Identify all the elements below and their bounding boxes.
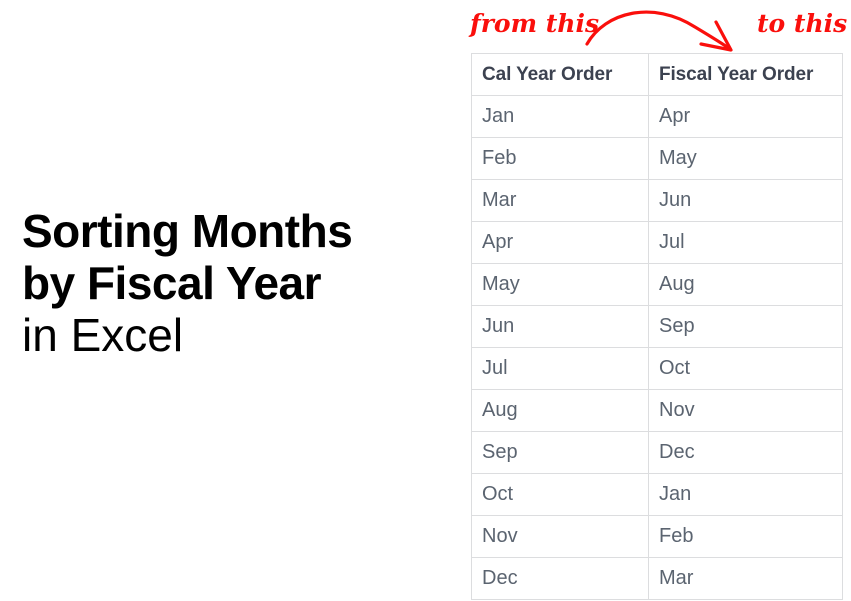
cell-fiscal-year: Nov — [648, 389, 843, 432]
cell-fiscal-year: May — [648, 137, 843, 180]
page-title-line-2: by Fiscal Year — [22, 257, 322, 309]
table-row: Jul Oct — [471, 347, 843, 390]
table-row: Jun Sep — [471, 305, 843, 348]
table-row: Jan Apr — [471, 95, 843, 138]
table-body: Jan Apr Feb May Mar Jun Apr Jul May Aug … — [471, 95, 843, 600]
table-row: Oct Jan — [471, 473, 843, 516]
cell-fiscal-year: Feb — [648, 515, 843, 558]
table-row: Feb May — [471, 137, 843, 180]
table-row: Aug Nov — [471, 389, 843, 432]
column-header-cal-year-order: Cal Year Order — [471, 53, 649, 96]
page-title: Sorting Months by Fiscal Year in Excel — [22, 205, 442, 361]
cell-fiscal-year: Jun — [648, 179, 843, 222]
cell-fiscal-year: Dec — [648, 431, 843, 474]
cell-cal-year: Apr — [471, 221, 649, 264]
cell-fiscal-year: Oct — [648, 347, 843, 390]
table-row: Mar Jun — [471, 179, 843, 222]
column-header-fiscal-year-order: Fiscal Year Order — [648, 53, 843, 96]
annotation-to-this: to this — [757, 9, 848, 38]
comparison-table-wrapper: Cal Year Order Fiscal Year Order Jan Apr… — [471, 53, 843, 600]
cell-cal-year: Feb — [471, 137, 649, 180]
cell-fiscal-year: Aug — [648, 263, 843, 306]
table-row: Apr Jul — [471, 221, 843, 264]
cell-cal-year: May — [471, 263, 649, 306]
comparison-table: Cal Year Order Fiscal Year Order Jan Apr… — [471, 53, 843, 600]
table-row: Nov Feb — [471, 515, 843, 558]
cell-cal-year: Jun — [471, 305, 649, 348]
cell-cal-year: Jan — [471, 95, 649, 138]
table-row: Sep Dec — [471, 431, 843, 474]
cell-fiscal-year: Jan — [648, 473, 843, 516]
table-header-row: Cal Year Order Fiscal Year Order — [471, 53, 843, 96]
cell-cal-year: Nov — [471, 515, 649, 558]
page-title-line-1: Sorting Months — [22, 205, 353, 257]
cell-cal-year: Oct — [471, 473, 649, 516]
cell-fiscal-year: Apr — [648, 95, 843, 138]
cell-fiscal-year: Mar — [648, 557, 843, 600]
cell-fiscal-year: Sep — [648, 305, 843, 348]
cell-fiscal-year: Jul — [648, 221, 843, 264]
table-row: May Aug — [471, 263, 843, 306]
page-root: Sorting Months by Fiscal Year in Excel f… — [0, 0, 851, 601]
cell-cal-year: Jul — [471, 347, 649, 390]
cell-cal-year: Mar — [471, 179, 649, 222]
cell-cal-year: Sep — [471, 431, 649, 474]
table-row: Dec Mar — [471, 557, 843, 600]
page-title-line-3: in Excel — [22, 309, 184, 361]
cell-cal-year: Aug — [471, 389, 649, 432]
cell-cal-year: Dec — [471, 557, 649, 600]
curved-arrow-right-icon — [585, 10, 733, 52]
